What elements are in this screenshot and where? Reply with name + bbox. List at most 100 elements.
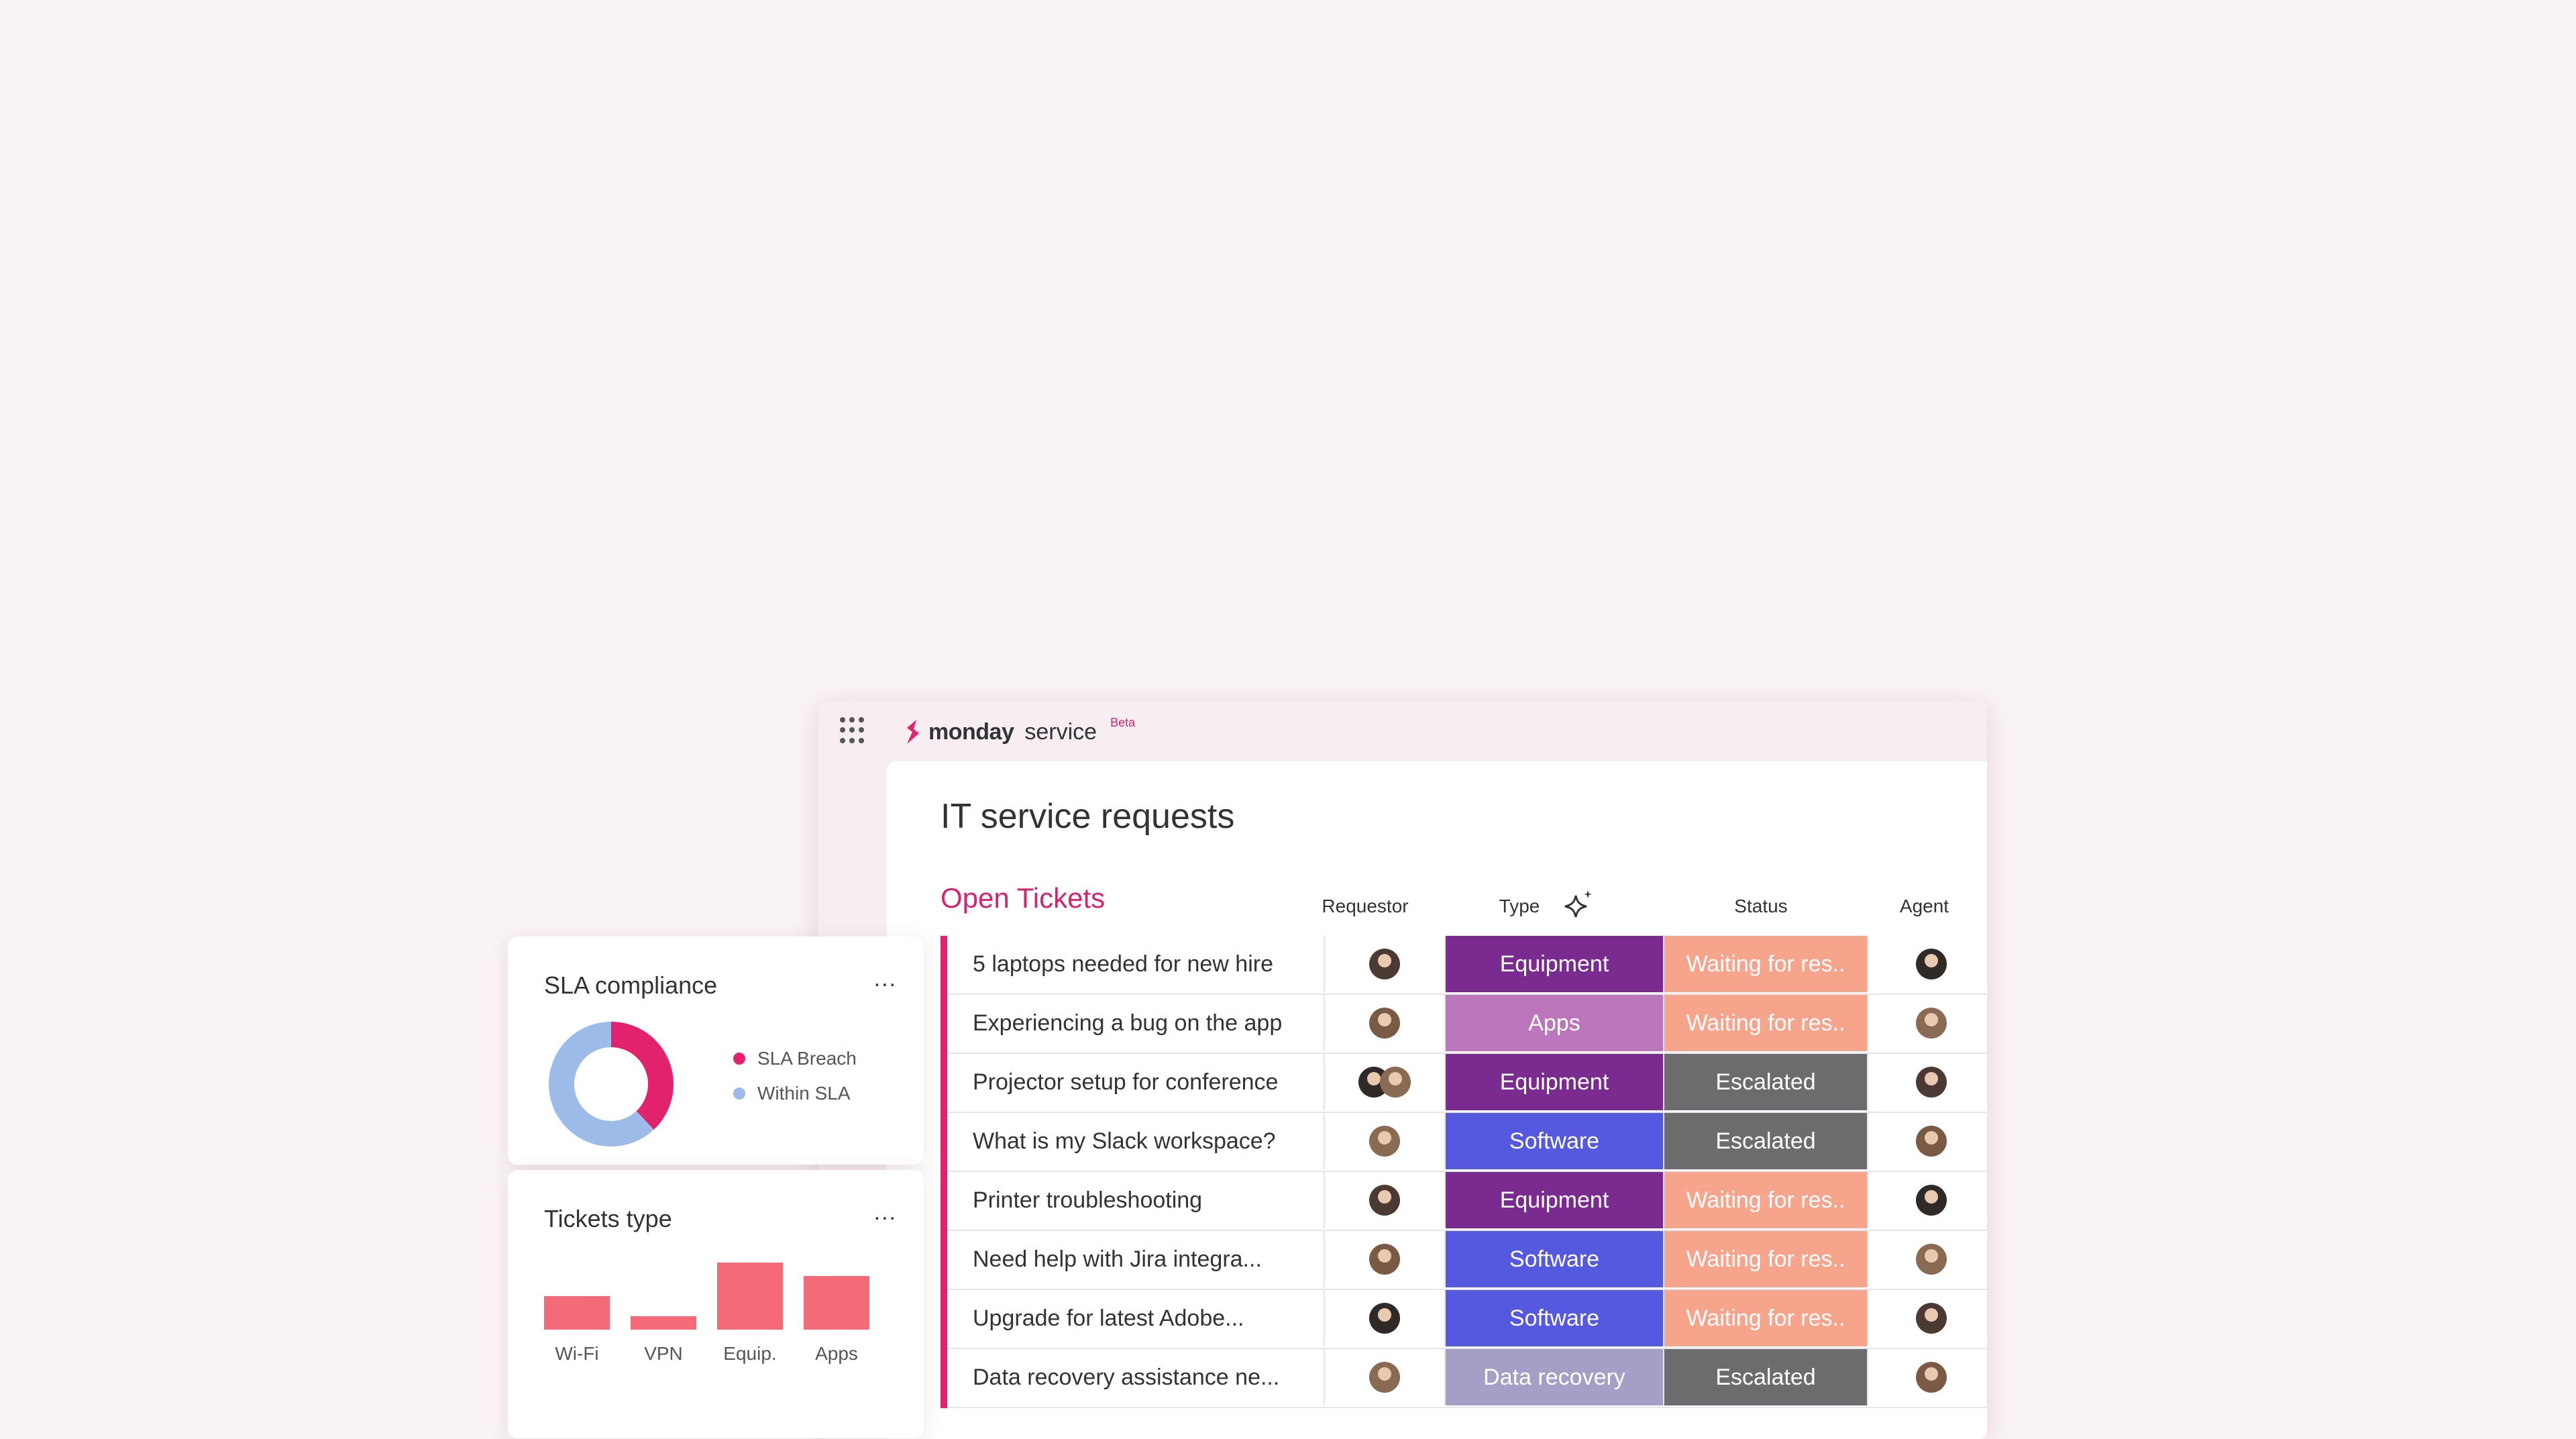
legend-item-within-sla: Within SLA xyxy=(733,1083,851,1104)
requestor-avatar xyxy=(1380,1067,1411,1098)
status-label[interactable]: Waiting for res.. xyxy=(1664,1290,1868,1346)
ai-sparkle-icon[interactable] xyxy=(1562,888,1596,921)
status-label[interactable]: Escalated xyxy=(1664,1349,1868,1405)
monday-service-logo[interactable]: monday service Beta xyxy=(904,715,1136,745)
type-label[interactable]: Equipment xyxy=(1446,1172,1664,1228)
requestor-cell[interactable] xyxy=(1325,1349,1446,1405)
ticket-name[interactable]: What is my Slack workspace? xyxy=(947,1113,1325,1169)
widget-title: SLA compliance xyxy=(544,971,718,999)
ticket-row[interactable]: 5 laptops needed for new hire Equipment Wa… xyxy=(947,936,1987,995)
beta-badge: Beta xyxy=(1110,715,1136,729)
ticket-name[interactable]: Printer troubleshooting xyxy=(947,1172,1325,1228)
requestor-avatar xyxy=(1369,1126,1400,1157)
requestor-cell[interactable] xyxy=(1325,1231,1446,1287)
requestor-cell[interactable] xyxy=(1325,1113,1446,1169)
requestor-avatar xyxy=(1369,1185,1400,1216)
status-label[interactable]: Waiting for res.. xyxy=(1664,1231,1868,1287)
agent-avatar xyxy=(1915,1185,1947,1216)
bar-label: Wi-Fi xyxy=(555,1343,599,1364)
type-label[interactable]: Equipment xyxy=(1446,1054,1664,1110)
bar-wifi xyxy=(544,1296,610,1330)
ticket-row[interactable]: What is my Slack workspace? Software Escal… xyxy=(947,1113,1987,1172)
type-label[interactable]: Software xyxy=(1446,1290,1664,1346)
requestor-avatar xyxy=(1369,1008,1400,1038)
ticket-name[interactable]: Data recovery assistance ne... xyxy=(947,1349,1325,1405)
monday-logo-icon xyxy=(907,720,919,744)
tickets-table: 5 laptops needed for new hire Equipment Wa… xyxy=(941,936,1987,1408)
widget-title: Tickets type xyxy=(544,1205,672,1232)
more-options-icon[interactable]: ... xyxy=(874,1200,897,1226)
ticket-name[interactable]: Upgrade for latest Adobe... xyxy=(947,1290,1325,1346)
ticket-name[interactable]: Experiencing a bug on the app xyxy=(947,995,1325,1051)
type-label[interactable]: Data recovery xyxy=(1446,1349,1664,1405)
requestor-avatar xyxy=(1369,1362,1400,1393)
page-title: IT service requests xyxy=(941,797,1235,836)
product-name: service xyxy=(1024,718,1097,745)
agent-avatar xyxy=(1915,949,1947,979)
board-content: IT service requests Open Tickets Request… xyxy=(887,761,1987,1439)
ticket-row[interactable]: Printer troubleshooting Equipment Waiting … xyxy=(947,1172,1987,1231)
legend-label: SLA Breach xyxy=(757,1048,857,1069)
agent-cell[interactable] xyxy=(1868,995,1987,1051)
agent-avatar xyxy=(1915,1244,1947,1275)
agent-cell[interactable] xyxy=(1868,1349,1987,1405)
agent-cell[interactable] xyxy=(1868,936,1987,992)
agent-avatar xyxy=(1915,1303,1947,1334)
requestor-cell[interactable] xyxy=(1325,1054,1446,1110)
legend-label: Within SLA xyxy=(757,1083,851,1104)
type-label[interactable]: Software xyxy=(1446,1231,1664,1287)
legend-dot xyxy=(733,1053,745,1065)
column-header-agent[interactable]: Agent xyxy=(1862,896,1987,917)
bar-vpn xyxy=(631,1316,696,1330)
brand-name: monday xyxy=(928,718,1014,745)
status-label[interactable]: Waiting for res.. xyxy=(1664,936,1868,992)
ticket-name[interactable]: Need help with Jira integra... xyxy=(947,1231,1325,1287)
ticket-row[interactable]: Data recovery assistance ne... Data recov… xyxy=(947,1349,1987,1408)
bar-label: VPN xyxy=(644,1343,683,1364)
legend-item-sla-breach: SLA Breach xyxy=(733,1048,857,1069)
requestor-avatar xyxy=(1369,1303,1400,1334)
tickets-type-widget: Tickets type ... Wi-Fi VPN Equip. Apps xyxy=(508,1170,924,1438)
agent-avatar xyxy=(1915,1008,1947,1038)
agent-cell[interactable] xyxy=(1868,1231,1987,1287)
agent-cell[interactable] xyxy=(1868,1172,1987,1228)
sla-donut-chart xyxy=(549,1022,674,1147)
agent-avatar xyxy=(1915,1362,1947,1393)
ticket-name[interactable]: Projector setup for conference xyxy=(947,1054,1325,1110)
bar-label: Equip. xyxy=(723,1343,777,1364)
column-header-requestor[interactable]: Requestor xyxy=(1305,896,1426,917)
column-header-status[interactable]: Status xyxy=(1659,896,1863,917)
ticket-row[interactable]: Projector setup for conference Equipment E… xyxy=(947,1054,1987,1113)
bar-label: Apps xyxy=(815,1343,858,1364)
requestor-avatar xyxy=(1369,949,1400,979)
requestor-avatar xyxy=(1369,1244,1400,1275)
ticket-row[interactable]: Experiencing a bug on the app Apps Waiting… xyxy=(947,995,1987,1054)
status-label[interactable]: Waiting for res.. xyxy=(1664,995,1868,1051)
requestor-cell[interactable] xyxy=(1325,1290,1446,1346)
ticket-name[interactable]: 5 laptops needed for new hire xyxy=(947,936,1325,992)
type-label[interactable]: Software xyxy=(1446,1113,1664,1169)
bar-apps xyxy=(804,1276,869,1330)
type-label[interactable]: Equipment xyxy=(1446,936,1664,992)
status-label[interactable]: Escalated xyxy=(1664,1113,1868,1169)
agent-cell[interactable] xyxy=(1868,1290,1987,1346)
type-label[interactable]: Apps xyxy=(1446,995,1664,1051)
status-label[interactable]: Escalated xyxy=(1664,1054,1868,1110)
app-window: monday service Beta IT service requests … xyxy=(818,701,1987,1439)
ticket-row[interactable]: Need help with Jira integra... Software Wa… xyxy=(947,1231,1987,1290)
more-options-icon[interactable]: ... xyxy=(874,966,897,992)
apps-grid-icon[interactable] xyxy=(840,717,867,744)
agent-cell[interactable] xyxy=(1868,1054,1987,1110)
agent-avatar xyxy=(1915,1067,1947,1098)
status-label[interactable]: Waiting for res.. xyxy=(1664,1172,1868,1228)
requestor-cell[interactable] xyxy=(1325,995,1446,1051)
ticket-row[interactable]: Upgrade for latest Adobe... Software Waiti… xyxy=(947,1290,1987,1349)
requestor-cell[interactable] xyxy=(1325,1172,1446,1228)
agent-cell[interactable] xyxy=(1868,1113,1987,1169)
agent-avatar xyxy=(1915,1126,1947,1157)
sla-compliance-widget: SLA compliance ... SLA Breach Within SLA xyxy=(508,937,924,1165)
group-title[interactable]: Open Tickets xyxy=(941,882,1105,914)
requestor-cell[interactable] xyxy=(1325,936,1446,992)
legend-dot xyxy=(733,1087,745,1100)
top-bar: monday service Beta xyxy=(818,701,1987,761)
